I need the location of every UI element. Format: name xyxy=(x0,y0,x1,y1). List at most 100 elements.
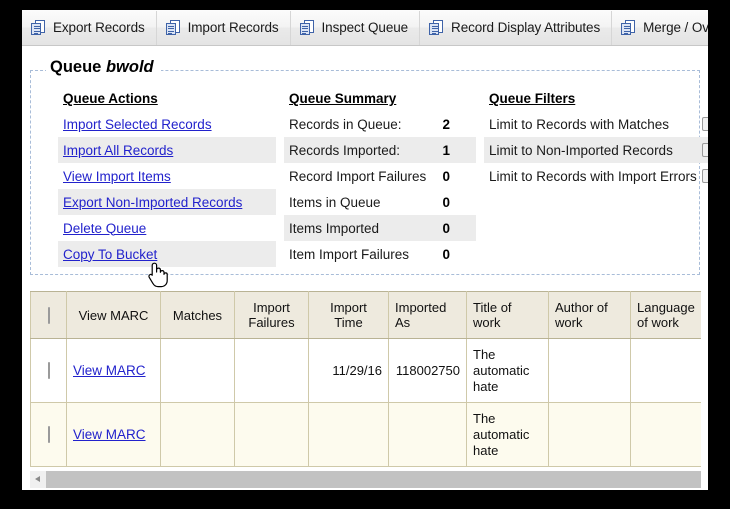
summary-row-records-imported: Records Imported: 1 xyxy=(284,137,476,163)
row-checkbox[interactable] xyxy=(47,361,50,379)
table-row: View MARC 11/29/16 118002750 The automat… xyxy=(30,338,701,403)
queue-filters-heading: Queue Filters xyxy=(489,91,576,106)
select-all-checkbox[interactable] xyxy=(47,306,50,324)
queue-action-label: Export Non-Imported Records xyxy=(63,194,243,210)
toolbar-button-merge-overlay-profiles[interactable]: Merge / Overlay Profiles xyxy=(612,11,708,45)
queue-action-delete-queue[interactable]: Delete Queue xyxy=(58,215,276,241)
queue-summary-heading: Queue Summary xyxy=(289,91,397,106)
queue-action-import-all-records[interactable]: Import All Records xyxy=(58,137,276,163)
summary-value: 0 xyxy=(442,194,450,210)
filter-checkbox-import-errors[interactable] xyxy=(702,169,708,183)
cell-title: The automatic hate xyxy=(466,402,549,467)
header-import-failures[interactable]: Import Failures xyxy=(234,291,309,339)
cell-import-time xyxy=(308,402,389,467)
filter-row-limit-to-non-imported-records[interactable]: Limit to Non-Imported Records xyxy=(484,137,708,163)
queue-title-prefix: Queue xyxy=(50,58,102,76)
table-header-row: View MARC Matches Import Failures Import… xyxy=(30,291,701,339)
queue-action-label: Delete Queue xyxy=(63,220,147,236)
queue-action-label: Copy To Bucket xyxy=(63,246,158,262)
summary-value: 2 xyxy=(442,116,450,132)
queue-actions-column: Queue Actions Import Selected Records Im… xyxy=(58,88,276,267)
copy-documents-icon xyxy=(429,20,444,35)
summary-label: Item Import Failures xyxy=(289,246,410,262)
queue-action-label: Import Selected Records xyxy=(63,116,212,132)
filter-label: Limit to Non-Imported Records xyxy=(489,142,673,158)
queue-filters-column: Queue Filters Limit to Records with Matc… xyxy=(484,88,708,267)
scroll-left-arrow-icon[interactable] xyxy=(30,471,46,488)
view-marc-link[interactable]: View MARC xyxy=(73,363,146,378)
summary-label: Items in Queue xyxy=(289,194,381,210)
cell-import-time: 11/29/16 xyxy=(308,338,389,403)
queue-action-import-selected-records[interactable]: Import Selected Records xyxy=(58,111,276,137)
summary-row-record-import-failures: Record Import Failures 0 xyxy=(284,163,476,189)
header-author-of-work[interactable]: Author of work xyxy=(548,291,631,339)
header-select-all xyxy=(30,291,67,339)
queue-title-name: bwold xyxy=(105,58,154,76)
summary-label: Items Imported xyxy=(289,220,380,236)
application-window: Export Records Import Records Inspect Qu… xyxy=(22,10,708,490)
filter-label: Limit to Records with Matches xyxy=(489,116,670,132)
row-checkbox[interactable] xyxy=(47,425,50,443)
summary-row-items-imported: Items Imported 0 xyxy=(284,215,476,241)
cell-imported-as xyxy=(388,402,467,467)
queue-action-view-import-items[interactable]: View Import Items xyxy=(58,163,276,189)
filter-row-limit-to-records-with-matches[interactable]: Limit to Records with Matches xyxy=(484,111,708,137)
summary-value: 0 xyxy=(442,168,450,184)
cell-matches xyxy=(160,402,235,467)
records-table: View MARC Matches Import Failures Import… xyxy=(30,291,701,467)
header-language-of-work[interactable]: Language of work xyxy=(630,291,701,339)
header-title-of-work[interactable]: Title of work xyxy=(466,291,549,339)
toolbar-label: Export Records xyxy=(53,20,145,35)
cell-language xyxy=(630,338,701,403)
summary-row-item-import-failures: Item Import Failures 0 xyxy=(284,241,476,267)
cell-matches xyxy=(160,338,235,403)
queue-action-copy-to-bucket[interactable]: Copy To Bucket xyxy=(58,241,276,267)
horizontal-scrollbar[interactable] xyxy=(30,471,701,488)
filter-row-limit-to-records-with-import-errors[interactable]: Limit to Records with Import Errors xyxy=(484,163,708,189)
cell-import-failures xyxy=(234,402,309,467)
filter-checkbox-non-imported[interactable] xyxy=(702,143,708,157)
queue-actions-heading: Queue Actions xyxy=(63,91,158,106)
header-matches[interactable]: Matches xyxy=(160,291,235,339)
view-marc-link[interactable]: View MARC xyxy=(73,427,146,442)
summary-label: Record Import Failures xyxy=(289,168,427,184)
cell-language xyxy=(630,402,701,467)
toolbar-button-inspect-queue[interactable]: Inspect Queue xyxy=(291,10,421,45)
header-import-time[interactable]: Import Time xyxy=(308,291,389,339)
cell-title: The automatic hate xyxy=(466,338,549,403)
toolbar-label: Import Records xyxy=(187,20,279,35)
toolbar-button-record-display-attributes[interactable]: Record Display Attributes xyxy=(420,10,613,45)
records-table-container: View MARC Matches Import Failures Import… xyxy=(30,291,701,479)
cell-view-marc: View MARC xyxy=(66,402,161,467)
table-row: View MARC The automatic hate xyxy=(30,402,701,467)
row-select-cell xyxy=(30,338,67,403)
copy-documents-icon xyxy=(165,20,181,35)
summary-value: 1 xyxy=(442,142,450,158)
queue-action-export-non-imported-records[interactable]: Export Non-Imported Records xyxy=(58,189,276,215)
toolbar-button-import-records[interactable]: Import Records xyxy=(157,10,291,45)
summary-row-items-in-queue: Items in Queue 0 xyxy=(284,189,476,215)
filter-checkbox-matches[interactable] xyxy=(702,117,708,131)
summary-label: Records Imported: xyxy=(289,142,401,158)
main-toolbar: Export Records Import Records Inspect Qu… xyxy=(22,10,708,46)
scrollbar-thumb[interactable] xyxy=(46,471,701,488)
toolbar-label: Inspect Queue xyxy=(321,20,409,35)
cell-imported-as: 118002750 xyxy=(388,338,467,403)
filter-label: Limit to Records with Import Errors xyxy=(489,168,697,184)
toolbar-label: Merge / Overlay Profiles xyxy=(643,20,708,35)
summary-value: 0 xyxy=(442,246,450,262)
toolbar-label: Record Display Attributes xyxy=(451,20,601,35)
summary-label: Records in Queue: xyxy=(289,116,402,132)
toolbar-button-export-records[interactable]: Export Records xyxy=(22,10,157,45)
cell-author xyxy=(548,402,631,467)
queue-summary-column: Queue Summary Records in Queue: 2 Record… xyxy=(284,88,476,267)
summary-row-records-in-queue: Records in Queue: 2 xyxy=(284,111,476,137)
copy-documents-icon xyxy=(31,20,46,35)
row-select-cell xyxy=(30,402,67,467)
copy-documents-icon xyxy=(299,20,315,35)
header-imported-as[interactable]: Imported As xyxy=(388,291,467,339)
queue-action-label: View Import Items xyxy=(63,168,171,184)
header-view-marc[interactable]: View MARC xyxy=(66,291,161,339)
queue-panel: Queue bwold Queue Actions Import Selecte… xyxy=(30,58,708,275)
summary-value: 0 xyxy=(442,220,450,236)
